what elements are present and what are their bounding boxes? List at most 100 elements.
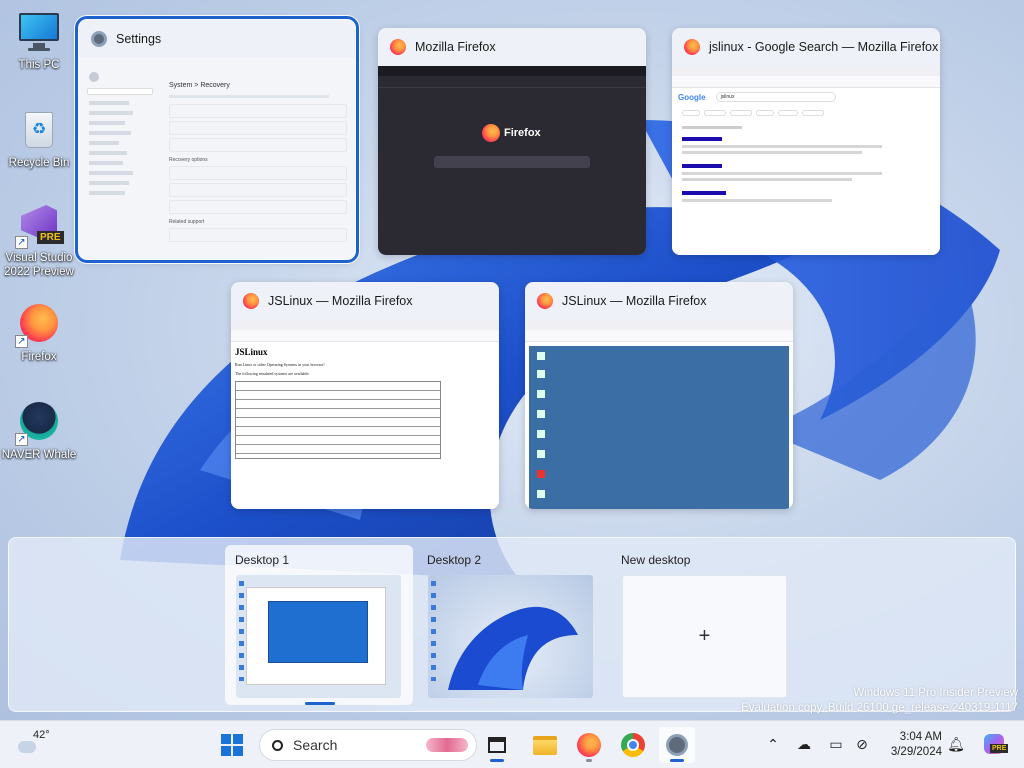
jslinux-heading: JSLinux — [235, 347, 268, 357]
chrome-icon — [621, 733, 645, 757]
window-title: JSLinux — Mozilla Firefox — [562, 294, 707, 308]
search-icon — [272, 739, 283, 751]
shortcut-arrow-icon: ↗ — [15, 433, 28, 446]
window-title-bar: JSLinux — Mozilla Firefox — [231, 282, 499, 320]
window-thumbnail-jslinux-page[interactable]: JSLinux — Mozilla Firefox JSLinux Run Li… — [231, 282, 499, 509]
desktop-icon-firefox[interactable]: ↗ Firefox — [0, 302, 78, 364]
search-input[interactable]: Search — [259, 729, 477, 761]
visual-studio-icon: PRE ↗ — [15, 203, 64, 249]
desktop-icon-label: Recycle Bin — [8, 157, 70, 169]
window-title-bar: Mozilla Firefox — [378, 28, 646, 66]
window-title-bar: Settings — [79, 20, 355, 58]
desktop-icon-this-pc[interactable]: This PC — [0, 10, 78, 72]
desktop-icon-recycle-bin[interactable]: ♻ Recycle Bin — [0, 108, 78, 170]
settings-gear-icon — [91, 31, 107, 47]
monitor-icon — [17, 10, 61, 54]
search-highlight-icon — [426, 738, 468, 752]
window-thumbnail-settings[interactable]: Settings System > Recovery Recovery opti… — [75, 16, 359, 263]
display-icon[interactable]: ▭ — [827, 735, 845, 753]
cloud-offline-icon[interactable]: ☁ — [795, 735, 813, 753]
window-title: Settings — [116, 32, 162, 46]
active-desktop-indicator — [305, 702, 335, 705]
cloud-weather-icon — [18, 741, 36, 753]
virtual-desktop-1[interactable]: Desktop 1 — [225, 545, 413, 705]
shortcut-arrow-icon: ↗ — [15, 236, 28, 249]
virtual-desktop-label: New desktop — [621, 553, 691, 567]
settings-taskbar-button[interactable] — [659, 727, 695, 763]
firefox-logo-text: Firefox — [504, 127, 541, 139]
firefox-icon — [390, 39, 406, 55]
google-logo: Google — [678, 92, 706, 102]
desktop-icon-label: This PC — [18, 59, 60, 71]
window-title: JSLinux — Mozilla Firefox — [268, 294, 413, 308]
watermark-line: Windows 11 Pro Insider Preview — [853, 687, 1018, 699]
firefox-icon: ↗ — [15, 302, 61, 348]
evaluation-watermark: Windows 11 Pro Insider Preview Evaluatio… — [741, 686, 1018, 716]
systems-table — [235, 381, 441, 459]
whale-icon: ↗ — [15, 400, 61, 446]
clock-time: 3:04 AM — [899, 731, 942, 743]
copilot-button[interactable]: PRE — [982, 732, 1009, 756]
virtual-desktop-thumbnail — [236, 575, 401, 698]
new-desktop-button[interactable]: New desktop + — [611, 545, 799, 705]
jslinux-intro: The following emulated systems are avail… — [235, 371, 310, 376]
plus-icon: + — [622, 575, 787, 698]
file-explorer-button[interactable] — [527, 727, 563, 763]
firefox-icon — [577, 733, 601, 757]
desktop-icon-visual-studio[interactable]: PRE ↗ Visual Studio 2022 Preview — [0, 203, 78, 279]
weather-widget[interactable]: 42° — [18, 729, 50, 753]
firefox-logo-icon — [482, 124, 500, 142]
settings-section-label: Recovery options — [169, 157, 208, 163]
virtual-desktop-label: Desktop 1 — [235, 553, 290, 567]
folder-icon — [533, 735, 557, 755]
firefox-icon — [243, 293, 259, 309]
weather-temperature: 42° — [33, 729, 50, 741]
window-title: Mozilla Firefox — [415, 40, 496, 54]
recycle-bin-icon: ♻ — [17, 108, 61, 152]
settings-gear-icon — [666, 734, 688, 756]
active-indicator — [490, 759, 504, 762]
system-clock[interactable]: 3:04 AM 3/29/2024 — [878, 730, 942, 760]
window-thumbnail-jslinux-emulator[interactable]: JSLinux — Mozilla Firefox — [525, 282, 793, 509]
windows-logo-icon — [221, 734, 243, 756]
start-button[interactable] — [214, 727, 250, 763]
window-thumbnail-google-search[interactable]: jslinux - Google Search — Mozilla Firefo… — [672, 28, 940, 255]
firefox-icon — [537, 293, 553, 309]
firefox-icon — [684, 39, 700, 55]
jslinux-emulator-preview — [525, 320, 793, 509]
settings-preview: System > Recovery Recovery options Relat… — [79, 58, 355, 259]
jslinux-page-preview: JSLinux Run Linux or other Operating Sys… — [231, 320, 499, 509]
firefox-newtab-preview: Firefox — [378, 66, 646, 255]
preview-badge: PRE — [37, 231, 64, 244]
virtual-desktop-thumbnail — [428, 575, 593, 698]
window-thumbnail-firefox[interactable]: Mozilla Firefox Firefox — [378, 28, 646, 255]
desktop-icon-label: NAVER Whale — [1, 449, 77, 461]
jslinux-intro: Run Linux or other Operating Systems in … — [235, 362, 325, 367]
desktop-icon-naver-whale[interactable]: ↗ NAVER Whale — [0, 400, 78, 462]
virtual-desktop-label: Desktop 2 — [427, 553, 482, 567]
settings-section-label: Related support — [169, 219, 205, 225]
notification-bell-icon[interactable]: 🔔︎ — [947, 735, 965, 753]
desktop-icon-label: Visual Studio 2022 Preview — [4, 252, 74, 278]
copilot-preview-badge: PRE — [990, 744, 1009, 753]
task-view-icon — [488, 737, 506, 753]
firefox-taskbar-button[interactable] — [571, 727, 607, 763]
window-title-bar: jslinux - Google Search — Mozilla Firefo… — [672, 28, 940, 66]
task-view-button[interactable] — [479, 727, 515, 763]
shortcut-arrow-icon: ↗ — [15, 335, 28, 348]
virtual-desktop-2[interactable]: Desktop 2 — [417, 545, 605, 705]
search-query: jslinux — [715, 92, 836, 102]
taskbar: 42° Search ⌃ ☁ ▭ ⊘ 3:04 AM 3/29/2024 🔔︎ … — [0, 720, 1024, 768]
watermark-line: Evaluation copy. Build 26100.ge_release.… — [741, 702, 1018, 714]
google-search-preview: Google jslinux — [672, 66, 940, 255]
window-title-bar: JSLinux — Mozilla Firefox — [525, 282, 793, 320]
running-indicator — [586, 759, 592, 762]
chrome-taskbar-button[interactable] — [615, 727, 651, 763]
network-disconnected-icon[interactable]: ⊘ — [853, 735, 871, 753]
clock-date: 3/29/2024 — [890, 746, 942, 758]
chevron-up-icon[interactable]: ⌃ — [764, 735, 782, 753]
settings-breadcrumb: System > Recovery — [169, 82, 230, 89]
desktop-icon-label: Firefox — [21, 351, 57, 363]
window-title: jslinux - Google Search — Mozilla Firefo… — [709, 40, 939, 54]
search-placeholder: Search — [293, 737, 338, 753]
